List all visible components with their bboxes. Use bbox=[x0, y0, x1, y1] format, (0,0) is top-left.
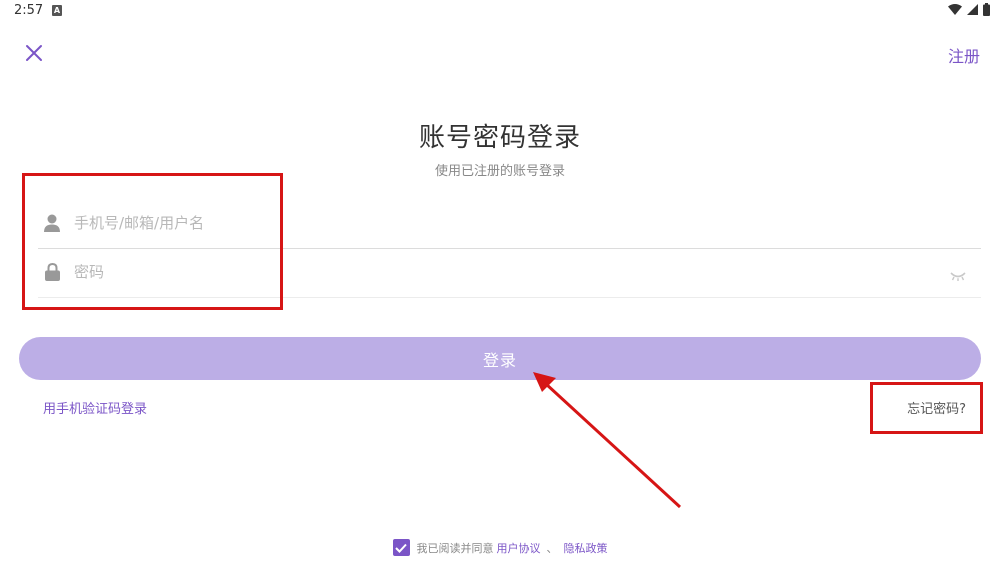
close-icon bbox=[26, 45, 42, 61]
agreement-row: 我已阅读并同意 用户协议 、 隐私政策 bbox=[0, 539, 1000, 556]
sms-login-link[interactable]: 用手机验证码登录 bbox=[43, 398, 147, 417]
battery-icon bbox=[983, 3, 990, 16]
page-title: 账号密码登录 bbox=[418, 123, 581, 153]
agreement-text: 我已阅读并同意 bbox=[416, 541, 494, 555]
wifi-icon bbox=[948, 4, 962, 15]
status-icons bbox=[948, 3, 990, 16]
privacy-policy-link[interactable]: 隐私政策 bbox=[564, 540, 608, 556]
agree-checkbox[interactable] bbox=[392, 539, 410, 556]
annotation-box-inputs bbox=[22, 173, 283, 310]
login-button[interactable]: 登录 bbox=[19, 337, 981, 380]
a-letter-icon: A bbox=[52, 5, 62, 16]
annotation-box-forgot-password bbox=[870, 382, 983, 434]
checkmark-icon bbox=[395, 543, 407, 553]
status-time: 2:57 bbox=[14, 3, 44, 18]
eye-closed-icon[interactable] bbox=[949, 267, 967, 281]
agreement-separator: 、 bbox=[546, 541, 558, 555]
user-agreement-link[interactable]: 用户协议 bbox=[497, 540, 541, 556]
register-button[interactable]: 注册 bbox=[948, 43, 980, 67]
signal-icon bbox=[967, 4, 978, 15]
close-button[interactable] bbox=[24, 43, 44, 63]
